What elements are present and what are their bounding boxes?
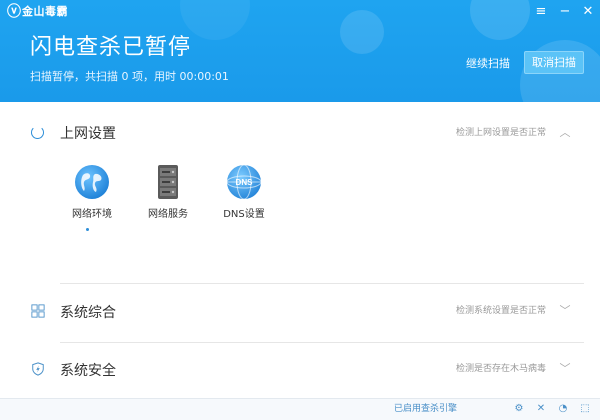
scan-status-title: 闪电查杀已暂停	[30, 35, 192, 60]
section-title: 上网设置	[60, 126, 116, 142]
status-header: ⓥ 金山毒霸 ≡ − ✕ 闪电查杀已暂停 扫描暂停，共扫描 0 项，用时 00:…	[0, 0, 600, 102]
tile-network-service[interactable]: 网络服务	[136, 164, 200, 234]
bell-icon[interactable]: ◔	[556, 402, 570, 416]
section-network-settings: 上网设置 检测上网设置是否正常 ︿	[0, 122, 600, 146]
section-description: 检测是否存在木马病毒	[456, 364, 547, 374]
tile-label: 网络环境	[72, 209, 112, 220]
tile-dns-settings[interactable]: DNS DNS设置	[212, 164, 276, 234]
chevron-up-icon[interactable]: ︿	[558, 126, 572, 140]
server-icon	[158, 165, 178, 199]
section-divider	[60, 342, 584, 343]
engine-status-text: 已启用查杀引擎	[394, 404, 458, 414]
section-system-security: 系统安全 检测是否存在木马病毒 ﹀	[0, 358, 600, 382]
continue-scan-button[interactable]: 继续扫描	[462, 54, 514, 74]
dns-globe-icon: DNS	[226, 164, 262, 200]
close-icon[interactable]: ✕	[579, 3, 597, 21]
globe-icon	[75, 165, 109, 199]
loading-spinner-icon	[31, 126, 44, 139]
section-description: 检测系统设置是否正常	[456, 306, 547, 316]
progress-dot	[86, 228, 89, 231]
app-logo-text: 金山毒霸	[22, 5, 68, 18]
settings-icon[interactable]: ⚙	[512, 402, 526, 416]
close-icon[interactable]: ✕	[534, 402, 548, 416]
app-window: ⓥ 金山毒霸 ≡ − ✕ 闪电查杀已暂停 扫描暂停，共扫描 0 项，用时 00:…	[0, 0, 600, 420]
section-divider	[60, 283, 584, 284]
logo-icon: ⓥ	[7, 4, 21, 20]
network-check-items: 网络环境 网络服务 DNS DNS设置	[60, 164, 280, 234]
windows-icon	[30, 304, 46, 320]
shield-icon	[30, 362, 46, 378]
chevron-down-icon[interactable]: ﹀	[558, 362, 572, 376]
cancel-scan-button[interactable]: 取消扫描	[524, 51, 584, 74]
minimize-icon[interactable]: −	[556, 3, 574, 21]
section-title: 系统综合	[60, 305, 116, 321]
section-title: 系统安全	[60, 363, 116, 379]
tile-label: 网络服务	[148, 209, 188, 220]
tile-network-environment[interactable]: 网络环境	[60, 164, 124, 234]
fullscreen-icon[interactable]: ⬚	[578, 402, 592, 416]
title-bar: ⓥ 金山毒霸 ≡ − ✕	[0, 0, 600, 24]
menu-icon[interactable]: ≡	[532, 3, 550, 21]
tile-label: DNS设置	[223, 209, 265, 220]
scan-status-subtitle: 扫描暂停，共扫描 0 项，用时 00:00:01	[30, 70, 229, 83]
section-description: 检测上网设置是否正常	[456, 128, 547, 138]
scan-items-panel: 上网设置 检测上网设置是否正常 ︿ 网络环境 网络服务 DNS DNS设置 系统…	[0, 102, 600, 398]
status-footer: 已启用查杀引擎 ⚙ ✕ ◔ ⬚	[0, 398, 600, 420]
section-system-general: 系统综合 检测系统设置是否正常 ﹀	[0, 300, 600, 324]
svg-text:DNS: DNS	[236, 178, 254, 187]
chevron-down-icon[interactable]: ﹀	[558, 304, 572, 318]
